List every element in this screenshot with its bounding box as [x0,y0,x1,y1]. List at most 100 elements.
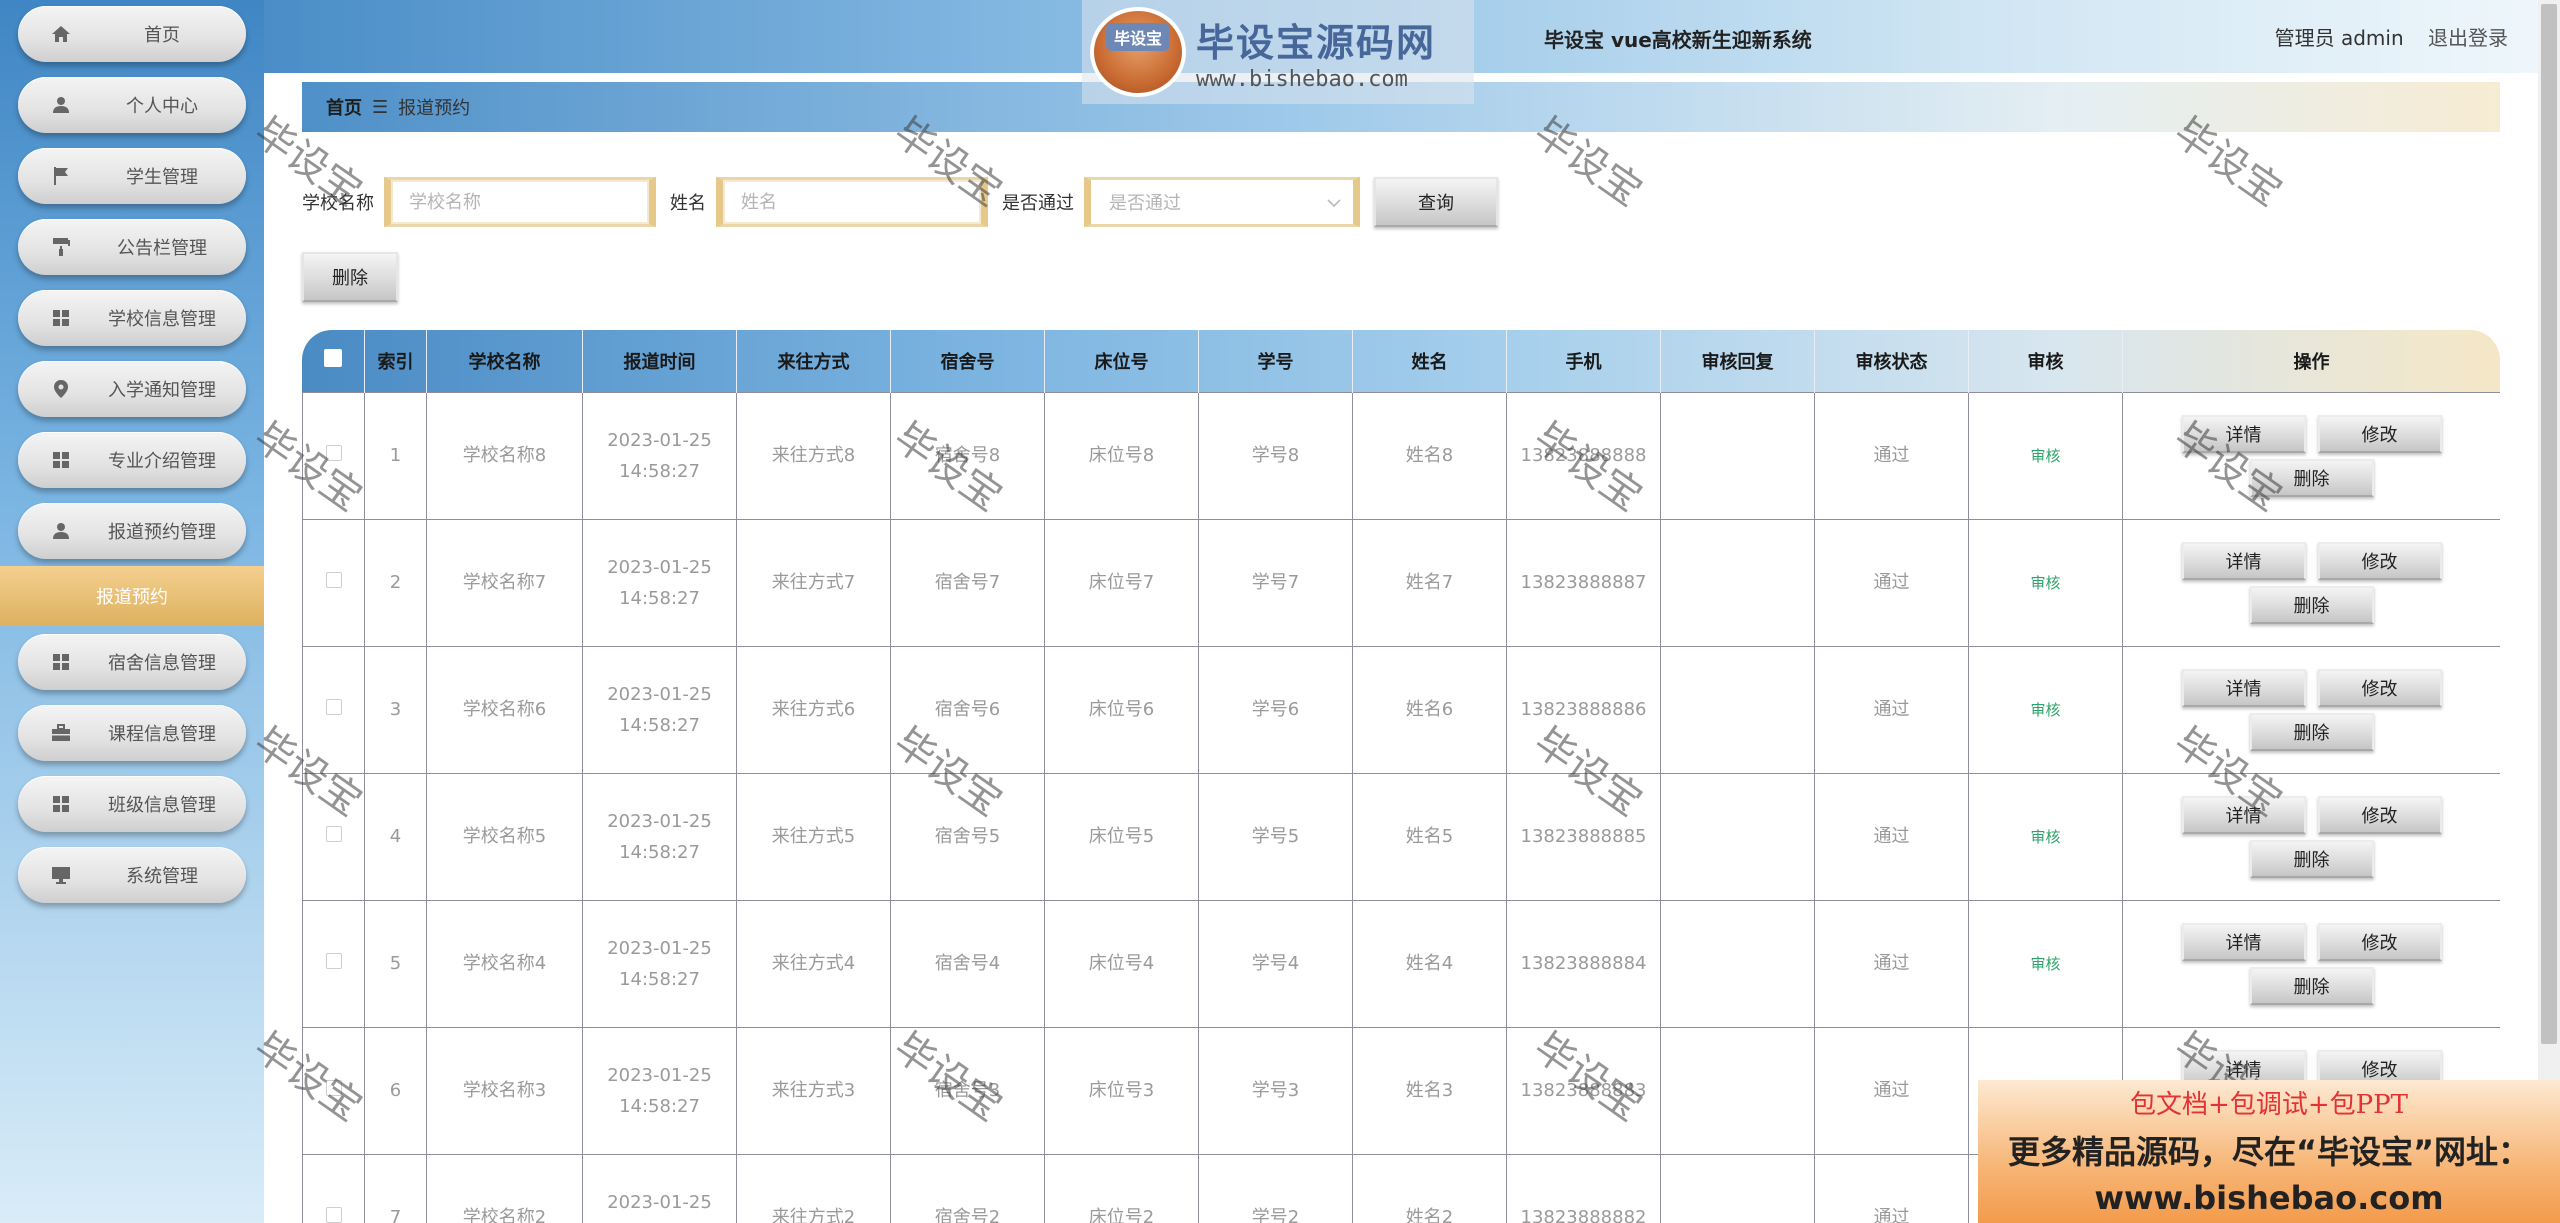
query-button[interactable]: 查询 [1374,177,1498,227]
bed-cell: 床位号8 [1044,391,1199,520]
ops-cell: 详情 修改 删除 [2122,772,2500,901]
sidebar-item-major-intro-management[interactable]: 专业介绍管理 [18,432,246,488]
time-cell: 2023-01-25 14:58:27 [582,899,737,1028]
detail-button[interactable]: 详情 [2181,795,2306,834]
flag-icon [50,165,72,187]
sidebar-item-report-appointment-management[interactable]: 报道预约管理 [18,503,246,559]
school-cell: 学校名称7 [426,518,583,647]
sidebar-item-home[interactable]: 首页 [18,6,246,62]
row-checkbox[interactable] [325,572,342,588]
delete-button[interactable]: 删除 [2249,839,2374,878]
sidebar-item-dorm-info-management[interactable]: 宿舍信息管理 [18,634,246,690]
index-cell: 1 [364,391,427,520]
audit-cell: 审核 [1968,899,2123,1028]
table-row: 4 学校名称5 2023-01-25 14:58:27 来往方式5 宿舍号5 床… [302,772,2500,901]
status-cell: 通过 [1814,772,1969,901]
breadcrumb-home[interactable]: 首页 [326,94,362,120]
logo-text: 毕设宝源码网 www.bishebao.com [1196,12,1436,92]
row-checkbox[interactable] [325,953,342,969]
audit-link[interactable]: 审核 [2030,574,2060,592]
breadcrumb-current: 报道预约 [398,98,471,119]
edit-button[interactable]: 修改 [2317,541,2442,580]
delete-button[interactable]: 删除 [2249,712,2374,751]
column-header: 姓名 [1352,330,1507,392]
column-header: 审核状态 [1814,330,1969,392]
is-passed-select[interactable]: 是否通过 [1084,177,1360,227]
sidebar-item-label: 班级信息管理 [108,795,216,816]
sidebar-item-course-info-management[interactable]: 课程信息管理 [18,705,246,761]
sidebar-item-label: 课程信息管理 [108,724,216,745]
bed-cell: 床位号4 [1044,899,1199,1028]
chevron-down-icon [1327,192,1341,213]
mode-cell: 来往方式3 [736,1026,891,1155]
delete-button[interactable]: 删除 [2249,458,2374,497]
row-checkbox[interactable] [325,699,342,715]
sidebar-item-class-info-management[interactable]: 班级信息管理 [18,776,246,832]
batch-delete-button[interactable]: 删除 [302,252,398,302]
sidebar-item-system-management[interactable]: 系统管理 [18,847,246,903]
school-name-input[interactable] [384,177,656,227]
delete-button[interactable]: 删除 [2249,585,2374,624]
sidebar-subitem-report-appointment[interactable]: 报道预约 [0,566,264,626]
row-select-cell[interactable] [302,1153,365,1223]
student-id-cell: 学号2 [1198,1153,1353,1223]
name-cell: 姓名6 [1352,645,1507,774]
detail-button[interactable]: 详情 [2181,414,2306,453]
audit-cell: 审核 [1968,645,2123,774]
edit-button[interactable]: 修改 [2317,922,2442,961]
phone-cell: 13823888886 [1506,645,1661,774]
reply-cell [1660,1153,1815,1223]
edit-button[interactable]: 修改 [2317,668,2442,707]
logout-link[interactable]: 退出登录 [2428,26,2508,50]
row-checkbox[interactable] [325,1080,342,1096]
sidebar-item-bulletin-management[interactable]: 公告栏管理 [18,219,246,275]
row-select-cell[interactable] [302,391,365,520]
reply-cell [1660,645,1815,774]
dorm-cell: 宿舍号4 [890,899,1045,1028]
is-passed-label: 是否通过 [1002,193,1074,214]
audit-link[interactable]: 审核 [2030,447,2060,465]
sidebar-item-student-management[interactable]: 学生管理 [18,148,246,204]
time-cell: 2023-01-25 14:58:27 [582,1026,737,1155]
promo-line-2: 更多精品源码，尽在“毕设宝”网址： [2007,1133,2531,1171]
detail-button[interactable]: 详情 [2181,668,2306,707]
vertical-scrollbar[interactable] [2538,0,2560,1223]
status-cell: 通过 [1814,391,1969,520]
name-input[interactable] [716,177,988,227]
table-row: 2 学校名称7 2023-01-25 14:58:27 来往方式7 宿舍号7 床… [302,518,2500,647]
sidebar-item-admission-notice-management[interactable]: 入学通知管理 [18,361,246,417]
time-cell: 2023-01-25 14:58:27 [582,1153,737,1223]
row-select-cell[interactable] [302,772,365,901]
student-id-cell: 学号8 [1198,391,1353,520]
delete-button[interactable]: 删除 [2249,966,2374,1005]
table-row: 5 学校名称4 2023-01-25 14:58:27 来往方式4 宿舍号4 床… [302,899,2500,1028]
edit-button[interactable]: 修改 [2317,795,2442,834]
name-cell: 姓名5 [1352,772,1507,901]
audit-link[interactable]: 审核 [2030,955,2060,973]
row-select-cell[interactable] [302,1026,365,1155]
edit-button[interactable]: 修改 [2317,414,2442,453]
index-cell: 3 [364,645,427,774]
grid-icon [50,307,72,329]
detail-button[interactable]: 详情 [2181,541,2306,580]
audit-link[interactable]: 审核 [2030,701,2060,719]
monitor-icon [50,864,72,886]
row-checkbox[interactable] [325,826,342,842]
reply-cell [1660,772,1815,901]
row-select-cell[interactable] [302,518,365,647]
detail-button[interactable]: 详情 [2181,922,2306,961]
select-all-header[interactable] [302,330,365,392]
scrollbar-thumb[interactable] [2541,4,2557,1044]
sidebar-item-school-info-management[interactable]: 学校信息管理 [18,290,246,346]
row-checkbox[interactable] [325,1207,342,1223]
row-checkbox[interactable] [325,445,342,461]
select-all-checkbox[interactable] [324,349,343,368]
reply-cell [1660,518,1815,647]
column-header: 手机 [1506,330,1661,392]
audit-link[interactable]: 审核 [2030,828,2060,846]
reply-cell [1660,391,1815,520]
row-select-cell[interactable] [302,645,365,774]
sidebar-item-personal-center[interactable]: 个人中心 [18,77,246,133]
row-select-cell[interactable] [302,899,365,1028]
logo-badge-text: 毕设宝 [1105,23,1170,51]
